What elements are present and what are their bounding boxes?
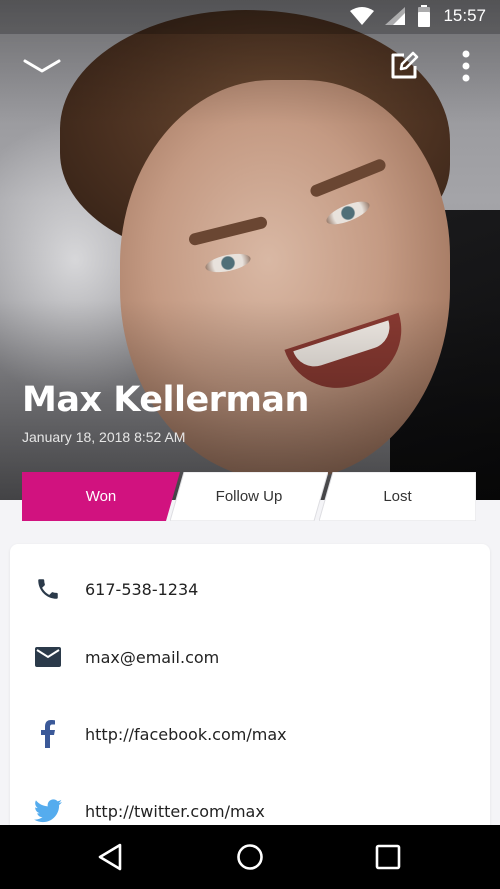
contact-detail-screen: 15:57 Max Kellerman January 18, 2018 8:5… xyxy=(0,0,500,889)
status-won-button[interactable]: Won xyxy=(22,472,180,521)
status-bar: 15:57 xyxy=(0,0,500,34)
status-follow-up-label: Follow Up xyxy=(215,488,283,505)
back-icon xyxy=(98,843,122,871)
status-selector: Won Follow Up Lost xyxy=(22,472,476,521)
mail-icon xyxy=(32,641,64,673)
edit-icon xyxy=(391,51,419,79)
email-row[interactable]: max@email.com xyxy=(10,632,490,682)
home-button[interactable] xyxy=(228,837,272,877)
home-icon xyxy=(237,844,263,870)
status-lost-label: Lost xyxy=(383,488,412,505)
battery-icon xyxy=(418,5,430,32)
status-lost-button[interactable]: Lost xyxy=(319,472,476,521)
navigation-bar xyxy=(0,825,500,889)
chevron-down-icon xyxy=(23,59,61,73)
wifi-icon xyxy=(350,7,374,30)
phone-value: 617-538-1234 xyxy=(85,579,199,599)
recents-icon xyxy=(375,844,401,870)
edit-button[interactable] xyxy=(382,44,426,88)
clock: 15:57 xyxy=(443,6,486,25)
status-won-label: Won xyxy=(85,488,117,505)
more-vert-icon xyxy=(462,50,470,82)
twitter-value: http://twitter.com/max xyxy=(85,801,265,821)
signal-icon xyxy=(385,7,405,30)
collapse-button[interactable] xyxy=(20,44,64,88)
recents-button[interactable] xyxy=(366,837,410,877)
phone-icon xyxy=(32,573,64,605)
status-follow-up-button[interactable]: Follow Up xyxy=(170,472,328,521)
twitter-icon xyxy=(32,795,64,827)
contact-name: Max Kellerman xyxy=(22,380,309,420)
more-options-button[interactable] xyxy=(448,44,484,88)
top-toolbar xyxy=(0,44,500,94)
phone-row[interactable]: 617-538-1234 xyxy=(10,564,490,614)
facebook-value: http://facebook.com/max xyxy=(85,724,287,744)
facebook-row[interactable]: http://facebook.com/max xyxy=(10,709,490,759)
back-button[interactable] xyxy=(88,837,132,877)
facebook-icon xyxy=(32,718,64,750)
contact-date: January 18, 2018 8:52 AM xyxy=(22,429,186,445)
email-value: max@email.com xyxy=(85,647,220,667)
